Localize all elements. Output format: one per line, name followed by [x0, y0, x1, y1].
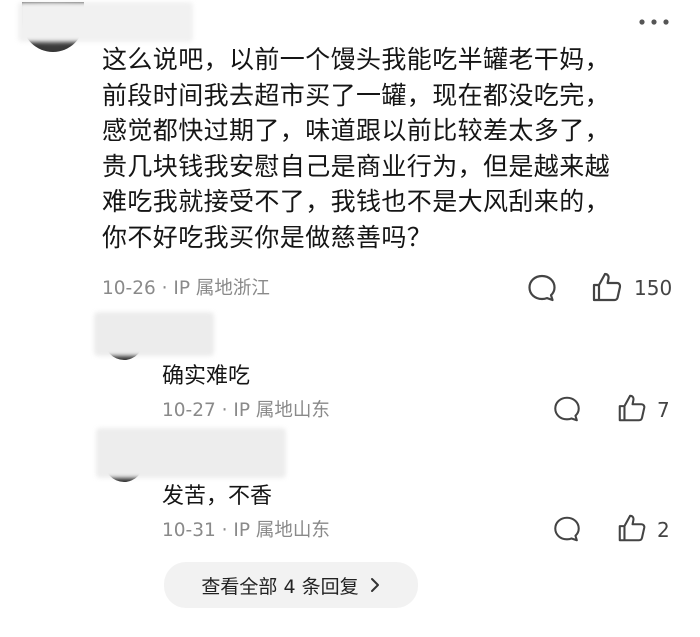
reply-location: IP 属地山东 — [233, 400, 330, 421]
comment-line: 你不好吃我买你是做慈善吗？ — [102, 222, 433, 252]
comment-bubble-icon[interactable] — [526, 272, 558, 304]
more-dots-icon[interactable] — [638, 16, 670, 28]
meta-separator: · — [161, 278, 174, 299]
comment-bubble-icon[interactable] — [552, 514, 582, 544]
reply-date: 10-31 — [162, 520, 216, 541]
comment-line: 这么说吧，以前一个馒头我能吃半罐老干妈， — [102, 45, 611, 74]
comment-line: 贵几块钱我安慰自己是商业行为，但是越来越 — [102, 151, 611, 181]
username-blurred[interactable] — [18, 2, 193, 42]
thumbs-up-icon[interactable] — [590, 270, 624, 304]
comment-location: IP 属地浙江 — [173, 278, 270, 299]
reply-text: 发苦，不香 — [162, 484, 273, 509]
like-count: 7 — [657, 398, 670, 422]
reply-date: 10-27 — [162, 400, 216, 421]
view-all-replies-button[interactable]: 查看全部 4 条回复 — [164, 562, 418, 608]
comment-line: 难吃我就接受不了，我钱也不是大风刮来的， — [102, 187, 611, 216]
comment-line: 感觉都快过期了，味道跟以前比较差太多了， — [102, 116, 611, 145]
comment-meta: 10-26 · IP 属地浙江 — [102, 274, 270, 300]
reply-text: 确实难吃 — [162, 364, 251, 389]
like-count: 2 — [657, 518, 670, 542]
view-all-replies-label: 查看全部 4 条回复 — [201, 575, 359, 598]
username-blurred[interactable] — [94, 312, 214, 356]
thumbs-up-icon[interactable] — [616, 392, 648, 424]
comment-date: 10-26 — [102, 278, 156, 299]
thumbs-up-icon[interactable] — [616, 512, 648, 544]
chevron-right-icon — [369, 576, 381, 594]
comment-line: 前段时间我去超市买了一罐，现在都没吃完， — [102, 80, 611, 110]
username-blurred[interactable] — [96, 428, 286, 478]
reply-location: IP 属地山东 — [233, 520, 330, 541]
like-count: 150 — [634, 276, 673, 300]
reply-meta: 10-31 · IP 属地山东 — [162, 516, 330, 542]
comment-bubble-icon[interactable] — [552, 394, 582, 424]
reply-meta: 10-27 · IP 属地山东 — [162, 396, 330, 422]
meta-separator: · — [221, 520, 234, 541]
comment-body: 这么说吧，以前一个馒头我能吃半罐老干妈， 前段时间我去超市买了一罐，现在都没吃完… — [102, 42, 682, 255]
meta-separator: · — [221, 400, 234, 421]
